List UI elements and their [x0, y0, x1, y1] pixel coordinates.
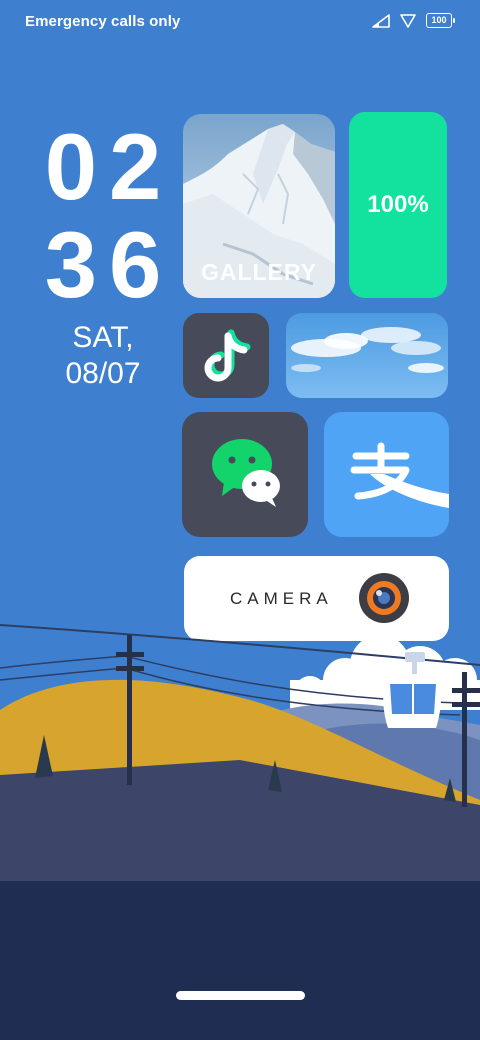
wechat-icon: [212, 439, 280, 507]
wechat-app-tile[interactable]: [182, 412, 308, 537]
clock-minutes: 36: [44, 212, 174, 317]
alipay-icon: [350, 442, 449, 508]
tiktok-icon: [204, 329, 251, 382]
signal-icon: [372, 13, 390, 28]
gallery-label: GALLERY: [200, 259, 318, 285]
status-bar: Emergency calls only 100: [0, 0, 480, 44]
sky-photo-widget[interactable]: [286, 313, 448, 398]
home-gesture-bar[interactable]: [176, 991, 305, 1000]
clock-widget[interactable]: 02 36 SAT, 08/07: [38, 118, 168, 392]
battery-percent: 100%: [367, 191, 429, 218]
battery-widget[interactable]: 100%: [349, 112, 447, 298]
gallery-widget[interactable]: GALLERY: [183, 114, 335, 298]
sky-photo: [286, 313, 448, 398]
clock-day: SAT,: [72, 321, 134, 354]
status-icons: 100: [372, 13, 455, 28]
tiktok-app-tile[interactable]: [183, 313, 269, 398]
wallpaper-landscape: [0, 624, 480, 1040]
clock-date: 08/07: [65, 357, 141, 390]
carrier-text: Emergency calls only: [25, 13, 181, 30]
battery-icon: 100: [426, 13, 455, 28]
clock-hours: 02: [44, 114, 174, 219]
alipay-app-tile[interactable]: [324, 412, 449, 537]
wifi-icon: [400, 13, 416, 28]
